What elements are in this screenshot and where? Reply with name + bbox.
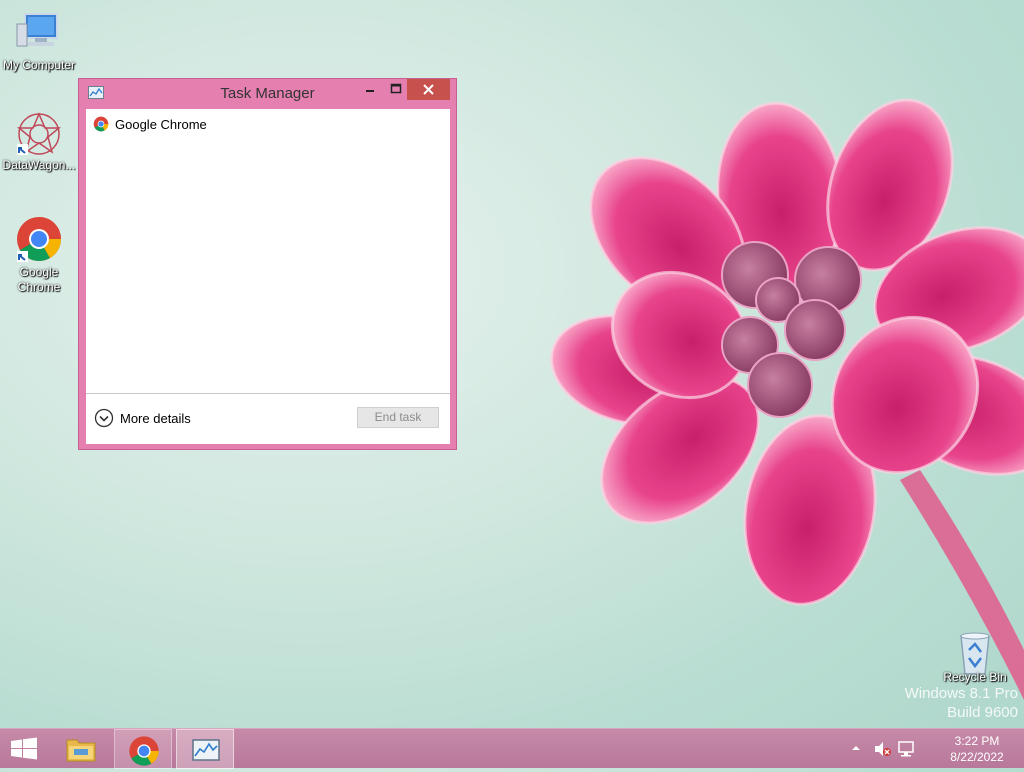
icon-label: My Computer	[2, 58, 76, 72]
chevron-down-icon	[94, 408, 114, 428]
end-task-button[interactable]: End task	[357, 407, 439, 428]
system-tray	[846, 729, 926, 769]
taskbar-clock[interactable]: 3:22 PM 8/22/2022	[932, 733, 1022, 765]
file-explorer-icon	[66, 739, 96, 762]
chrome-icon	[93, 116, 109, 132]
chrome-icon	[129, 736, 159, 766]
maximize-icon	[390, 83, 402, 94]
task-manager-icon	[192, 739, 220, 761]
icon-label: Recycle Bin	[943, 670, 1007, 684]
minimize-icon	[366, 90, 374, 92]
desktop-icon-google-chrome[interactable]: Google Chrome	[1, 215, 77, 295]
desktop-icon-datawagon[interactable]: DataWagon...	[1, 110, 77, 173]
task-manager-window: Task Manager Google Chrome More details …	[78, 78, 457, 450]
chrome-icon	[17, 217, 61, 262]
icon-label: DataWagon...	[2, 158, 76, 172]
process-name: Google Chrome	[115, 117, 207, 132]
datawagon-icon	[16, 112, 62, 155]
clock-time: 3:22 PM	[954, 734, 1000, 748]
desktop: My Computer DataWagon... Google Chrome R…	[0, 0, 1024, 728]
start-button[interactable]	[0, 729, 48, 769]
watermark-build: Build 9600	[947, 704, 1018, 721]
computer-icon	[16, 13, 58, 47]
desktop-icon-my-computer[interactable]: My Computer	[1, 10, 77, 73]
windows-watermark: Windows 8.1 Pro Build 9600	[905, 685, 1018, 721]
clock-date: 8/22/2022	[950, 750, 1004, 764]
volume-muted-icon[interactable]	[873, 741, 891, 757]
desktop-icon-recycle-bin[interactable]: Recycle Bin	[937, 630, 1013, 685]
watermark-edition: Windows 8.1 Pro	[904, 685, 1018, 702]
close-button[interactable]	[407, 79, 450, 100]
close-icon	[423, 84, 434, 95]
title-bar[interactable]: Task Manager	[79, 79, 456, 109]
taskbar-google-chrome[interactable]	[114, 729, 172, 769]
process-list-panel: Google Chrome More details End task	[86, 109, 450, 444]
minimize-button[interactable]	[357, 79, 383, 100]
more-details-label: More details	[120, 411, 191, 426]
maximize-button[interactable]	[383, 79, 409, 100]
process-row[interactable]: Google Chrome	[86, 113, 450, 135]
show-hidden-icons-icon[interactable]	[851, 744, 861, 752]
taskbar: 3:22 PM 8/22/2022	[0, 728, 1024, 769]
taskbar-file-explorer[interactable]	[52, 729, 110, 769]
taskbar-task-manager[interactable]	[176, 729, 234, 769]
windows-logo-icon	[11, 737, 37, 760]
network-icon[interactable]	[898, 741, 914, 757]
icon-label: Google Chrome	[17, 265, 61, 294]
task-manager-footer: More details End task	[86, 393, 450, 444]
